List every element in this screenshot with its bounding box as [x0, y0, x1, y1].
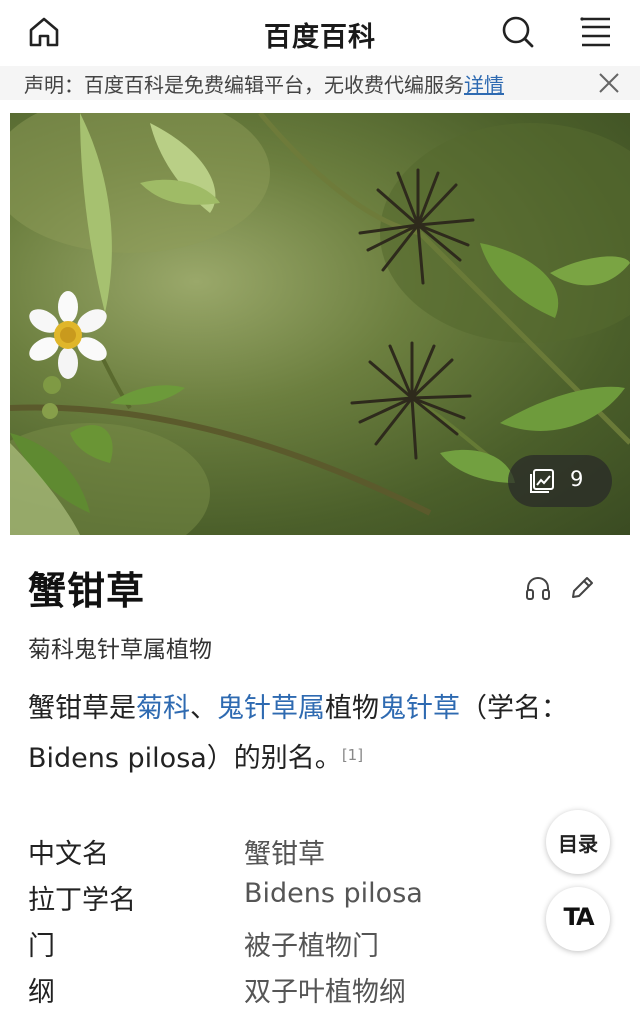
info-table: 中文名 蟹钳草 拉丁学名 Bidens pilosa 门 被子植物门 纲 双子叶…: [28, 830, 588, 1014]
info-row: 纲 双子叶植物纲: [28, 968, 588, 1014]
site-title: 百度百科: [264, 22, 376, 53]
ta-label: TA: [563, 903, 594, 931]
image-count: 9: [570, 467, 584, 491]
link-juke[interactable]: 菊科: [136, 693, 190, 724]
ta-button[interactable]: TA: [546, 887, 610, 951]
gallery-button[interactable]: 9: [508, 455, 612, 507]
info-value: 蟹钳草: [244, 839, 325, 870]
toc-label: 目录: [558, 832, 598, 856]
link-guizhencao-genus[interactable]: 鬼针草属: [217, 693, 325, 724]
link-guizhencao[interactable]: 鬼针草: [379, 693, 460, 724]
info-value: Bidens pilosa: [244, 878, 423, 909]
headphones-icon[interactable]: [524, 574, 552, 602]
info-key: 中文名: [28, 839, 109, 870]
notice-bar: 声明：百度百科是免费编辑平台，无收费代编服务详情: [0, 66, 640, 100]
entry-summary: 蟹钳草是菊科、鬼针草属植物鬼针草（学名：Bidens pilosa）的别名。[1…: [28, 693, 568, 774]
notice-text: 声明：百度百科是免费编辑平台，无收费代编服务: [24, 73, 464, 97]
info-row: 中文名 蟹钳草: [28, 830, 588, 876]
info-key: 门: [28, 931, 55, 962]
reference-marker[interactable]: [1]: [342, 746, 363, 764]
info-key: 拉丁学名: [28, 885, 136, 916]
info-value: 被子植物门: [244, 931, 379, 962]
entry-title: 蟹钳草: [28, 569, 146, 613]
entry-subtitle: 菊科鬼针草属植物: [28, 637, 212, 663]
pencil-icon[interactable]: [568, 574, 596, 602]
info-key: 纲: [28, 977, 55, 1008]
info-row: 门 被子植物门: [28, 922, 588, 968]
toc-button[interactable]: 目录: [546, 810, 610, 874]
info-value: 双子叶植物纲: [244, 977, 406, 1008]
menu-icon[interactable]: [578, 14, 614, 50]
hero-image[interactable]: 9: [10, 113, 630, 535]
notice-details-link[interactable]: 详情: [464, 73, 504, 97]
search-icon[interactable]: [500, 14, 536, 50]
info-row: 拉丁学名 Bidens pilosa: [28, 876, 588, 922]
gallery-icon: [530, 469, 554, 493]
top-bar: 百度百科: [0, 0, 640, 66]
close-icon[interactable]: [596, 70, 622, 96]
